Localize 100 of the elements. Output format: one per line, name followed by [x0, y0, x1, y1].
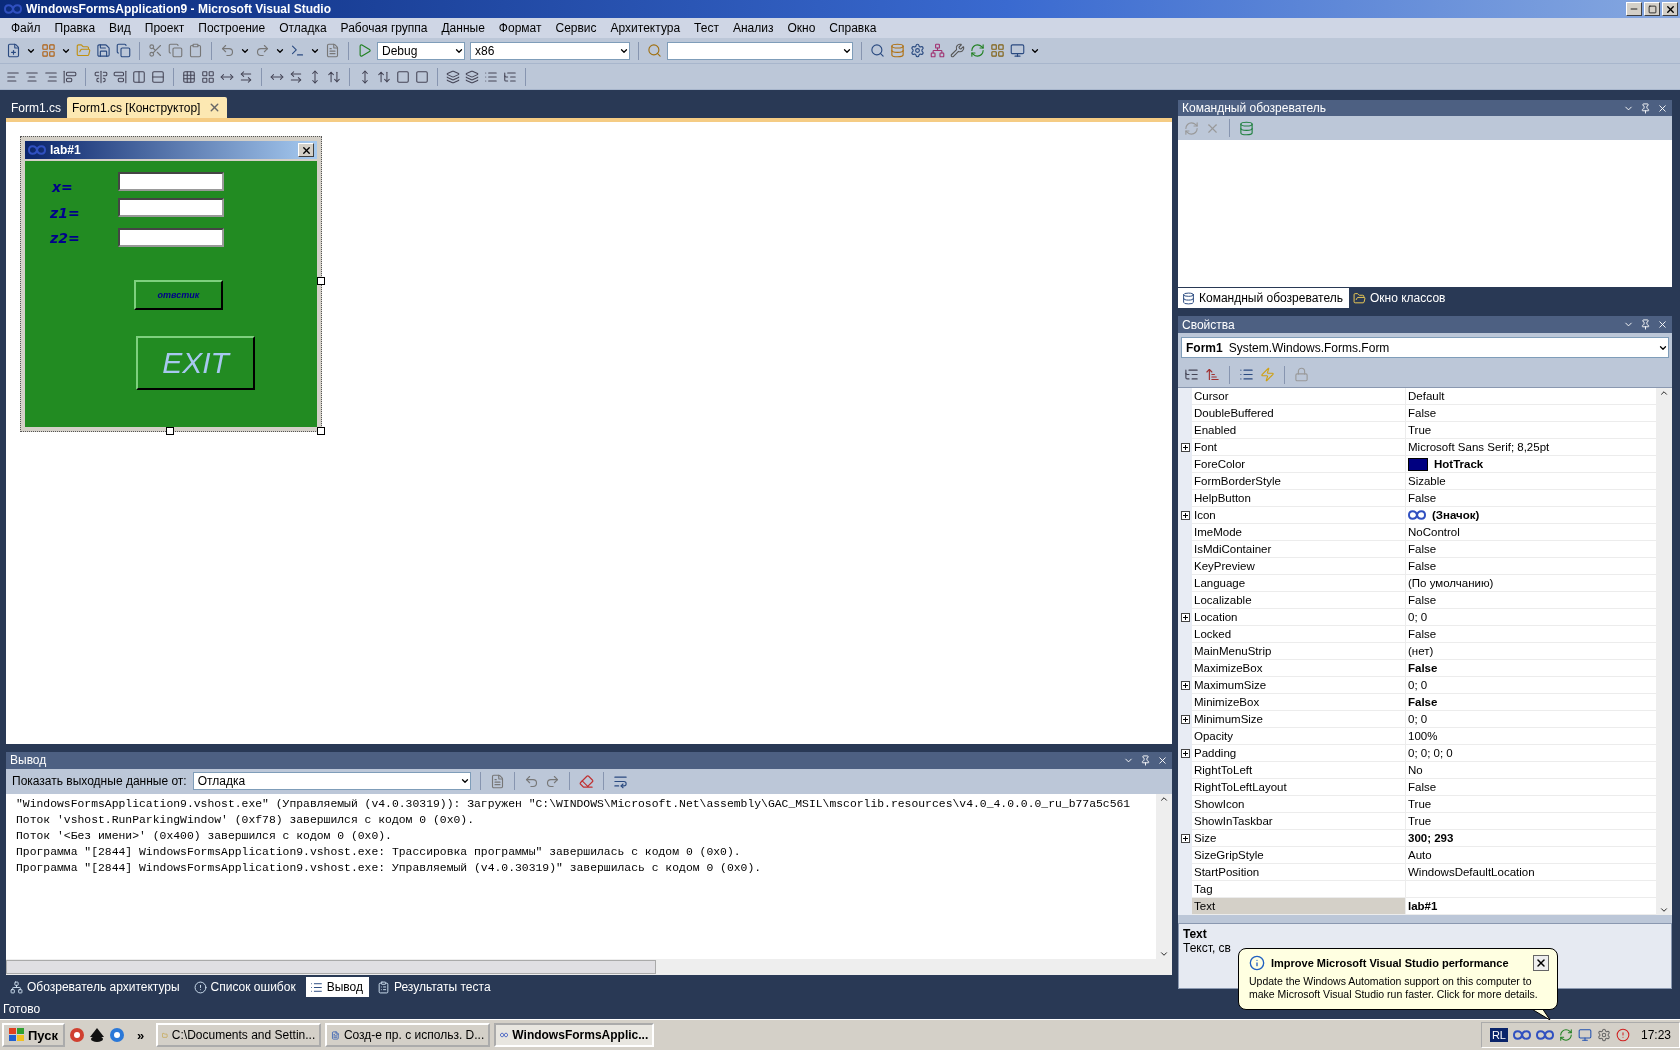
word-wrap-icon[interactable] [612, 773, 628, 789]
property-row[interactable]: Text lab#1 [1178, 898, 1656, 915]
same-height-icon[interactable] [151, 69, 165, 84]
output-source-select[interactable]: Отладка [192, 772, 471, 791]
layers-icon[interactable] [446, 69, 460, 84]
property-row[interactable]: ImeMode NoControl [1178, 524, 1656, 541]
property-row[interactable]: KeyPreview False [1178, 558, 1656, 575]
property-row[interactable]: Cursor Default [1178, 388, 1656, 405]
pin-icon[interactable] [1640, 102, 1651, 114]
property-row[interactable]: Size 300; 293 [1178, 830, 1656, 847]
ink-drop-icon[interactable] [89, 1027, 105, 1043]
bottom-tab[interactable]: Результаты теста [372, 977, 497, 998]
property-row[interactable]: RightToLeft No [1178, 762, 1656, 779]
document-tab[interactable]: Form1.cs [6, 97, 67, 119]
property-row[interactable]: SizeGripStyle Auto [1178, 847, 1656, 864]
menu-item[interactable]: Вид [102, 18, 138, 38]
property-row[interactable]: HelpButton False [1178, 490, 1656, 507]
save-icon[interactable] [96, 43, 111, 58]
app-logo-icon[interactable] [500, 1030, 509, 1040]
property-row[interactable]: Localizable False [1178, 592, 1656, 609]
property-row[interactable]: Padding 0; 0; 0; 0 [1178, 745, 1656, 762]
vertical-scrollbar[interactable] [1156, 793, 1172, 960]
spacing-icon[interactable] [377, 69, 391, 84]
find-icon[interactable] [647, 43, 662, 58]
menu-item[interactable]: Отладка [272, 18, 334, 38]
property-row[interactable]: Enabled True [1178, 422, 1656, 439]
expand-icon[interactable] [1180, 749, 1190, 758]
menu-item[interactable]: Файл [4, 18, 48, 38]
find-in-files-icon[interactable] [870, 43, 885, 58]
property-row[interactable]: IsMdiContainer False [1178, 541, 1656, 558]
tray-icon[interactable] [1512, 1030, 1531, 1040]
bottom-tab[interactable]: Обозреватель архитектуры [6, 977, 186, 998]
menu-item[interactable]: Построение [191, 18, 273, 38]
property-row[interactable]: MinimizeBox False [1178, 694, 1656, 711]
align-middle-icon[interactable] [94, 69, 108, 84]
menu-item[interactable]: Архитектура [603, 18, 688, 38]
resize-handle[interactable] [317, 277, 325, 286]
menu-item[interactable]: Анализ [725, 18, 781, 38]
paste-icon[interactable] [188, 43, 203, 58]
cut-icon[interactable] [148, 43, 163, 58]
pin-icon[interactable] [1640, 319, 1651, 330]
properties-icon[interactable] [910, 43, 925, 58]
pin-icon[interactable] [1140, 754, 1151, 766]
menu-item[interactable]: Правка [47, 18, 103, 38]
categorized-icon[interactable] [1184, 367, 1199, 382]
property-row[interactable]: Font Microsoft Sans Serif; 8,25pt [1178, 439, 1656, 456]
clear-all-icon[interactable] [578, 773, 594, 789]
property-row[interactable]: ShowIcon True [1178, 796, 1656, 813]
language-indicator[interactable]: RL [1489, 1028, 1508, 1042]
tray-icon[interactable] [1558, 1028, 1573, 1042]
redo-icon[interactable] [255, 43, 270, 58]
browser-icon[interactable] [69, 1027, 85, 1043]
text-field[interactable] [118, 228, 224, 248]
property-row[interactable]: MaximumSize 0; 0 [1178, 677, 1656, 694]
start-button[interactable]: Пуск [2, 1023, 65, 1047]
bottom-tab[interactable]: Список ошибок [189, 977, 302, 998]
expand-icon[interactable] [1180, 834, 1190, 843]
platform-select[interactable]: x86 [470, 41, 630, 60]
layers-icon[interactable] [465, 69, 479, 84]
alphabetical-icon[interactable] [1205, 367, 1220, 382]
taskbar-button[interactable]: WindowsFormsApplic... [494, 1023, 655, 1047]
tools-icon[interactable] [950, 43, 965, 58]
property-row[interactable]: DoubleBuffered False [1178, 405, 1656, 422]
property-row[interactable]: MaximizeBox False [1178, 660, 1656, 677]
property-row[interactable]: Icon (Значок) [1178, 507, 1656, 524]
menu-item[interactable]: Окно [780, 18, 823, 38]
spacing-icon[interactable] [239, 69, 253, 84]
property-row[interactable]: Tag [1178, 881, 1656, 898]
answer-button[interactable]: отвстик [134, 280, 223, 311]
resize-handle[interactable] [317, 427, 325, 436]
windows-logo-icon[interactable] [9, 1028, 25, 1042]
expand-icon[interactable] [1180, 715, 1190, 724]
taskbar-button[interactable]: Созд-е пр. с использ. D... [325, 1023, 491, 1047]
property-row[interactable]: RightToLeftLayout False [1178, 779, 1656, 796]
expand-icon[interactable] [1180, 443, 1190, 452]
spacing-icon[interactable] [327, 69, 341, 84]
text-field[interactable] [118, 172, 224, 192]
menu-item[interactable]: Тест [687, 18, 726, 38]
property-row[interactable]: ShowInTaskbar True [1178, 813, 1656, 830]
undo-icon[interactable] [220, 43, 235, 58]
menu-item[interactable]: Справка [822, 18, 884, 38]
start-debugging-icon[interactable] [357, 43, 372, 58]
panel-tab[interactable]: Окно классов [1349, 288, 1452, 308]
align-top-icon[interactable] [63, 69, 77, 84]
property-row[interactable]: Language (По умолчанию) [1178, 575, 1656, 592]
window-icon[interactable] [1010, 43, 1025, 58]
menu-item[interactable]: Рабочая группа [333, 18, 435, 38]
test-results-icon[interactable] [376, 980, 390, 994]
property-row[interactable]: MinimumSize 0; 0 [1178, 711, 1656, 728]
menu-item[interactable]: Сервис [548, 18, 604, 38]
vertical-scrollbar[interactable] [1656, 388, 1672, 915]
refresh-icon[interactable] [970, 43, 985, 58]
list-icon[interactable] [503, 69, 517, 84]
error-list-icon[interactable] [193, 980, 207, 994]
scroll-down-icon[interactable] [1659, 905, 1669, 915]
property-row[interactable]: Opacity 100% [1178, 728, 1656, 745]
expand-icon[interactable] [1180, 511, 1190, 520]
property-row[interactable]: Locked False [1178, 626, 1656, 643]
panel-tab[interactable]: Командный обозреватель [1178, 288, 1349, 308]
notification-tooltip[interactable]: Improve Microsoft Visual Studio performance Update the Windows Automation support on this computer to make Microsoft Visual Studio run faster. Click for more details. [1238, 948, 1558, 1010]
